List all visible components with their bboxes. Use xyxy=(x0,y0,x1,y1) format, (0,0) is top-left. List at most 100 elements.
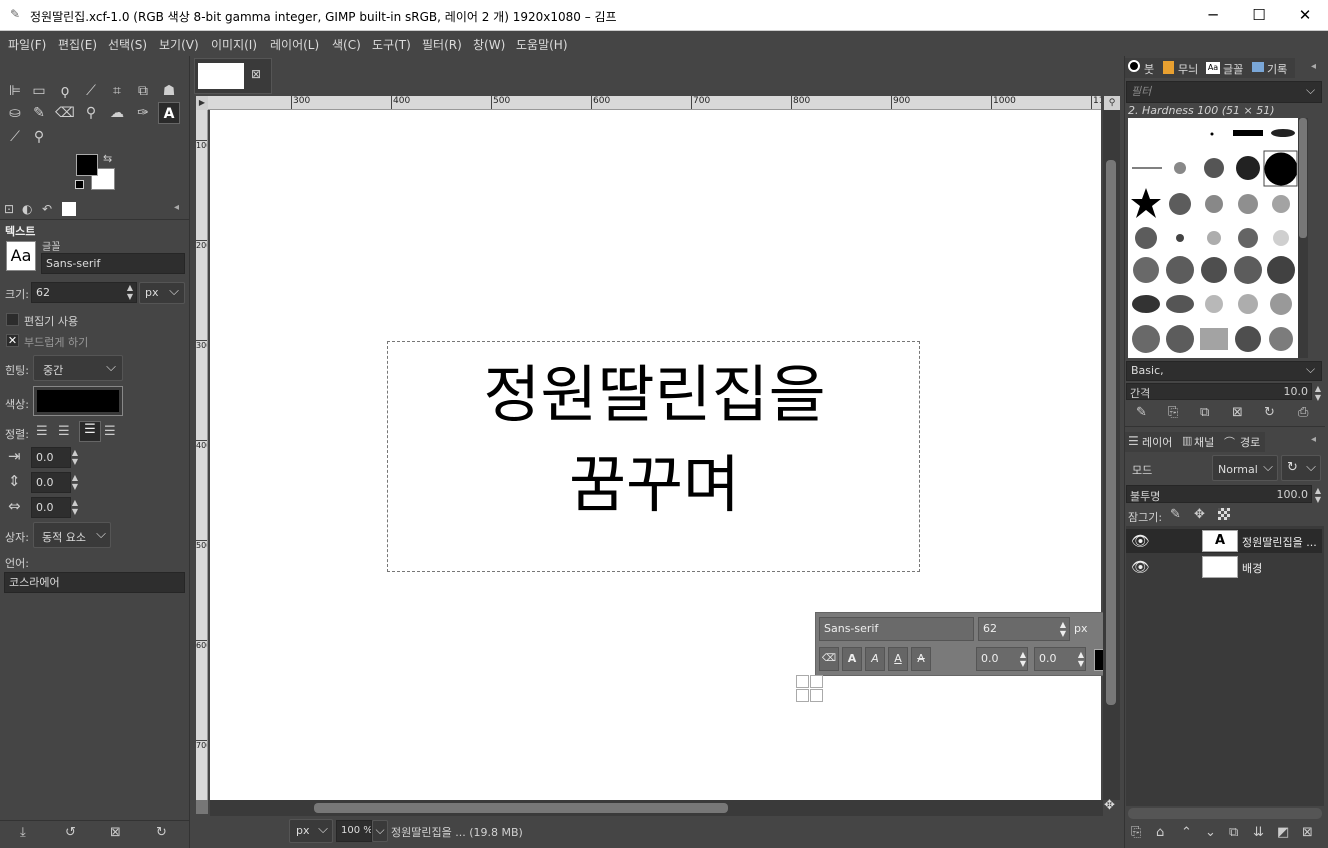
lasso-select-icon[interactable]: ϙ xyxy=(54,80,76,102)
menu-layer[interactable]: 레이어(L) xyxy=(270,36,319,53)
opacity-slider[interactable]: 불투명 100.0 xyxy=(1126,485,1312,503)
justify-right-icon[interactable]: ☰ xyxy=(58,424,70,439)
lock-alpha-icon[interactable] xyxy=(1218,508,1230,520)
patterns-tab-icon[interactable] xyxy=(1163,61,1174,74)
dock-menu-icon[interactable]: ◂ xyxy=(1311,434,1316,445)
overlay-font-input[interactable]: Sans-serif xyxy=(819,617,974,641)
layers-tab-icon[interactable]: ☰ xyxy=(1128,434,1139,448)
eye-icon[interactable]: 👁 xyxy=(1131,558,1150,576)
menu-view[interactable]: 보기(V) xyxy=(159,36,199,53)
paths-tab-icon[interactable]: ⌒ xyxy=(1224,434,1235,450)
tab-channels[interactable]: 채널 xyxy=(1194,434,1214,454)
navigate-icon[interactable] xyxy=(196,800,208,814)
text-box-handle-icon[interactable] xyxy=(794,674,826,704)
chevron-down-icon[interactable]: ⌵ xyxy=(1306,362,1315,377)
line-spacing-input[interactable]: 0.0 xyxy=(31,472,71,493)
restore-options-icon[interactable]: ↺ xyxy=(65,825,76,840)
duplicate-layer-icon[interactable]: ⧉ xyxy=(1229,825,1238,840)
crop-tool-icon[interactable]: ⌗ xyxy=(106,80,128,102)
chevron-down-icon[interactable]: ⌵ xyxy=(1306,83,1315,98)
text-color-button[interactable] xyxy=(33,386,123,416)
layer-row[interactable]: 👁 A 정원딸린집을 ... xyxy=(1126,529,1322,553)
status-unit-select[interactable]: px ⌵ xyxy=(289,819,333,843)
composite-mode-select[interactable]: ↻ ⌵ xyxy=(1281,455,1321,481)
vertical-scroll-thumb[interactable] xyxy=(1106,160,1116,705)
text-tool-icon[interactable]: A xyxy=(158,102,180,124)
size-input[interactable]: 62 xyxy=(31,282,137,303)
menu-colors[interactable]: 색(C) xyxy=(332,36,361,53)
refresh-brushes-icon[interactable]: ↻ xyxy=(1264,405,1275,420)
smudge-tool-icon[interactable]: ☁ xyxy=(106,102,128,124)
menu-tools[interactable]: 도구(T) xyxy=(372,36,411,53)
align-tool-icon[interactable]: ⊫ xyxy=(4,80,26,102)
menu-filters[interactable]: 필터(R) xyxy=(422,36,462,53)
fonts-tab-icon[interactable]: Aa xyxy=(1206,62,1220,74)
merge-layer-icon[interactable]: ⇊ xyxy=(1253,825,1264,840)
lock-pixels-icon[interactable]: ✎ xyxy=(1170,507,1181,522)
tab-fonts[interactable]: 글꼴 xyxy=(1223,61,1243,81)
lower-layer-icon[interactable]: ⌄ xyxy=(1205,825,1216,840)
menu-select[interactable]: 선택(S) xyxy=(108,36,147,53)
raise-layer-icon[interactable]: ⌃ xyxy=(1181,825,1192,840)
swap-colors-icon[interactable]: ⇆ xyxy=(103,152,112,165)
tab-brushes[interactable]: 붓 xyxy=(1144,61,1154,81)
zoom-input[interactable]: 100 % xyxy=(336,820,372,842)
tab-layers[interactable]: 레이어 xyxy=(1142,434,1172,454)
paths-tool-icon[interactable]: ✑ xyxy=(132,102,154,124)
strikethrough-icon[interactable]: A xyxy=(911,647,931,671)
lock-position-icon[interactable]: ✥ xyxy=(1194,507,1205,522)
image-tab[interactable]: ⊠ xyxy=(194,58,272,94)
paintbrush-icon[interactable]: ✎ xyxy=(28,102,50,124)
indent-input[interactable]: 0.0 xyxy=(31,447,71,468)
box-select[interactable]: 동적 요소 ⌵ xyxy=(33,522,111,548)
size-unit-select[interactable]: px ⌵ xyxy=(139,282,185,304)
brush-grid[interactable] xyxy=(1128,118,1298,358)
duplicate-brush-icon[interactable]: ⧉ xyxy=(1200,405,1209,420)
hinting-select[interactable]: 중간 ⌵ xyxy=(33,355,123,381)
bucket-fill-icon[interactable]: ⛀ xyxy=(4,102,26,124)
layers-scrollbar[interactable] xyxy=(1128,808,1322,819)
language-input[interactable]: 코스라에어 xyxy=(4,572,185,593)
undo-history-tab-icon[interactable]: ↶ xyxy=(42,202,52,216)
dock-menu-icon[interactable]: ◂ xyxy=(174,202,179,213)
menu-windows[interactable]: 창(W) xyxy=(473,36,505,53)
brush-filter-input[interactable]: 필터 xyxy=(1126,81,1322,103)
justify-left-icon[interactable]: ☰ xyxy=(36,424,48,439)
maximize-button[interactable]: ☐ xyxy=(1236,0,1282,31)
overlay-baseline-spinner[interactable]: ▲ ▼ xyxy=(1018,650,1028,668)
channels-tab-icon[interactable]: ▥ xyxy=(1182,434,1192,447)
overlay-unit[interactable]: px xyxy=(1074,622,1088,635)
overlay-size-spinner[interactable]: ▲ ▼ xyxy=(1058,620,1068,638)
brush-grid-scrollbar[interactable] xyxy=(1298,118,1308,358)
brushes-tab-icon[interactable] xyxy=(1128,60,1140,72)
layer-mask-icon[interactable]: ◩ xyxy=(1277,825,1289,840)
dock-menu-icon[interactable]: ◂ xyxy=(1311,61,1316,72)
new-brush-icon[interactable]: ⎘ xyxy=(1168,405,1178,420)
spacing-spinner[interactable]: ▲ ▼ xyxy=(1313,384,1323,402)
canvas-text[interactable]: 정원딸린집을 꿈꾸며 xyxy=(388,350,921,530)
new-layer-icon[interactable]: ⎘ xyxy=(1131,825,1141,840)
horizontal-scroll-thumb[interactable] xyxy=(314,803,728,813)
eye-icon[interactable]: 👁 xyxy=(1131,532,1150,550)
menu-file[interactable]: 파일(F) xyxy=(8,36,46,53)
transform-tool-icon[interactable]: ⧉ xyxy=(132,80,154,102)
delete-brush-icon[interactable]: ⊠ xyxy=(1232,405,1243,420)
indent-spinner[interactable]: ▲ ▼ xyxy=(70,448,80,466)
default-colors-icon[interactable] xyxy=(75,180,84,189)
navigation-icon[interactable]: ✥ xyxy=(1104,798,1115,813)
horizontal-scrollbar[interactable] xyxy=(210,800,1103,816)
images-tab-icon[interactable] xyxy=(62,202,76,216)
device-status-tab-icon[interactable]: ◐ xyxy=(22,202,32,216)
rect-select-icon[interactable]: ▭ xyxy=(28,80,50,102)
new-layer-group-icon[interactable]: ⌂ xyxy=(1156,825,1164,840)
eraser-icon[interactable]: ⌫ xyxy=(54,102,76,124)
size-spinner[interactable]: ▲ ▼ xyxy=(125,283,135,301)
overlay-size-input[interactable]: 62 xyxy=(978,617,1070,641)
menu-help[interactable]: 도움말(H) xyxy=(516,36,568,53)
foreground-color-swatch[interactable] xyxy=(76,154,98,176)
layer-mode-select[interactable]: Normal ⌵ xyxy=(1212,455,1278,481)
zoom-dropdown[interactable]: ⌵ xyxy=(372,820,388,842)
tool-options-tab-icon[interactable]: ⊡ xyxy=(4,202,14,216)
zoom-tool-icon[interactable]: ⚲ xyxy=(28,126,50,148)
letter-spacing-spinner[interactable]: ▲ ▼ xyxy=(70,498,80,516)
